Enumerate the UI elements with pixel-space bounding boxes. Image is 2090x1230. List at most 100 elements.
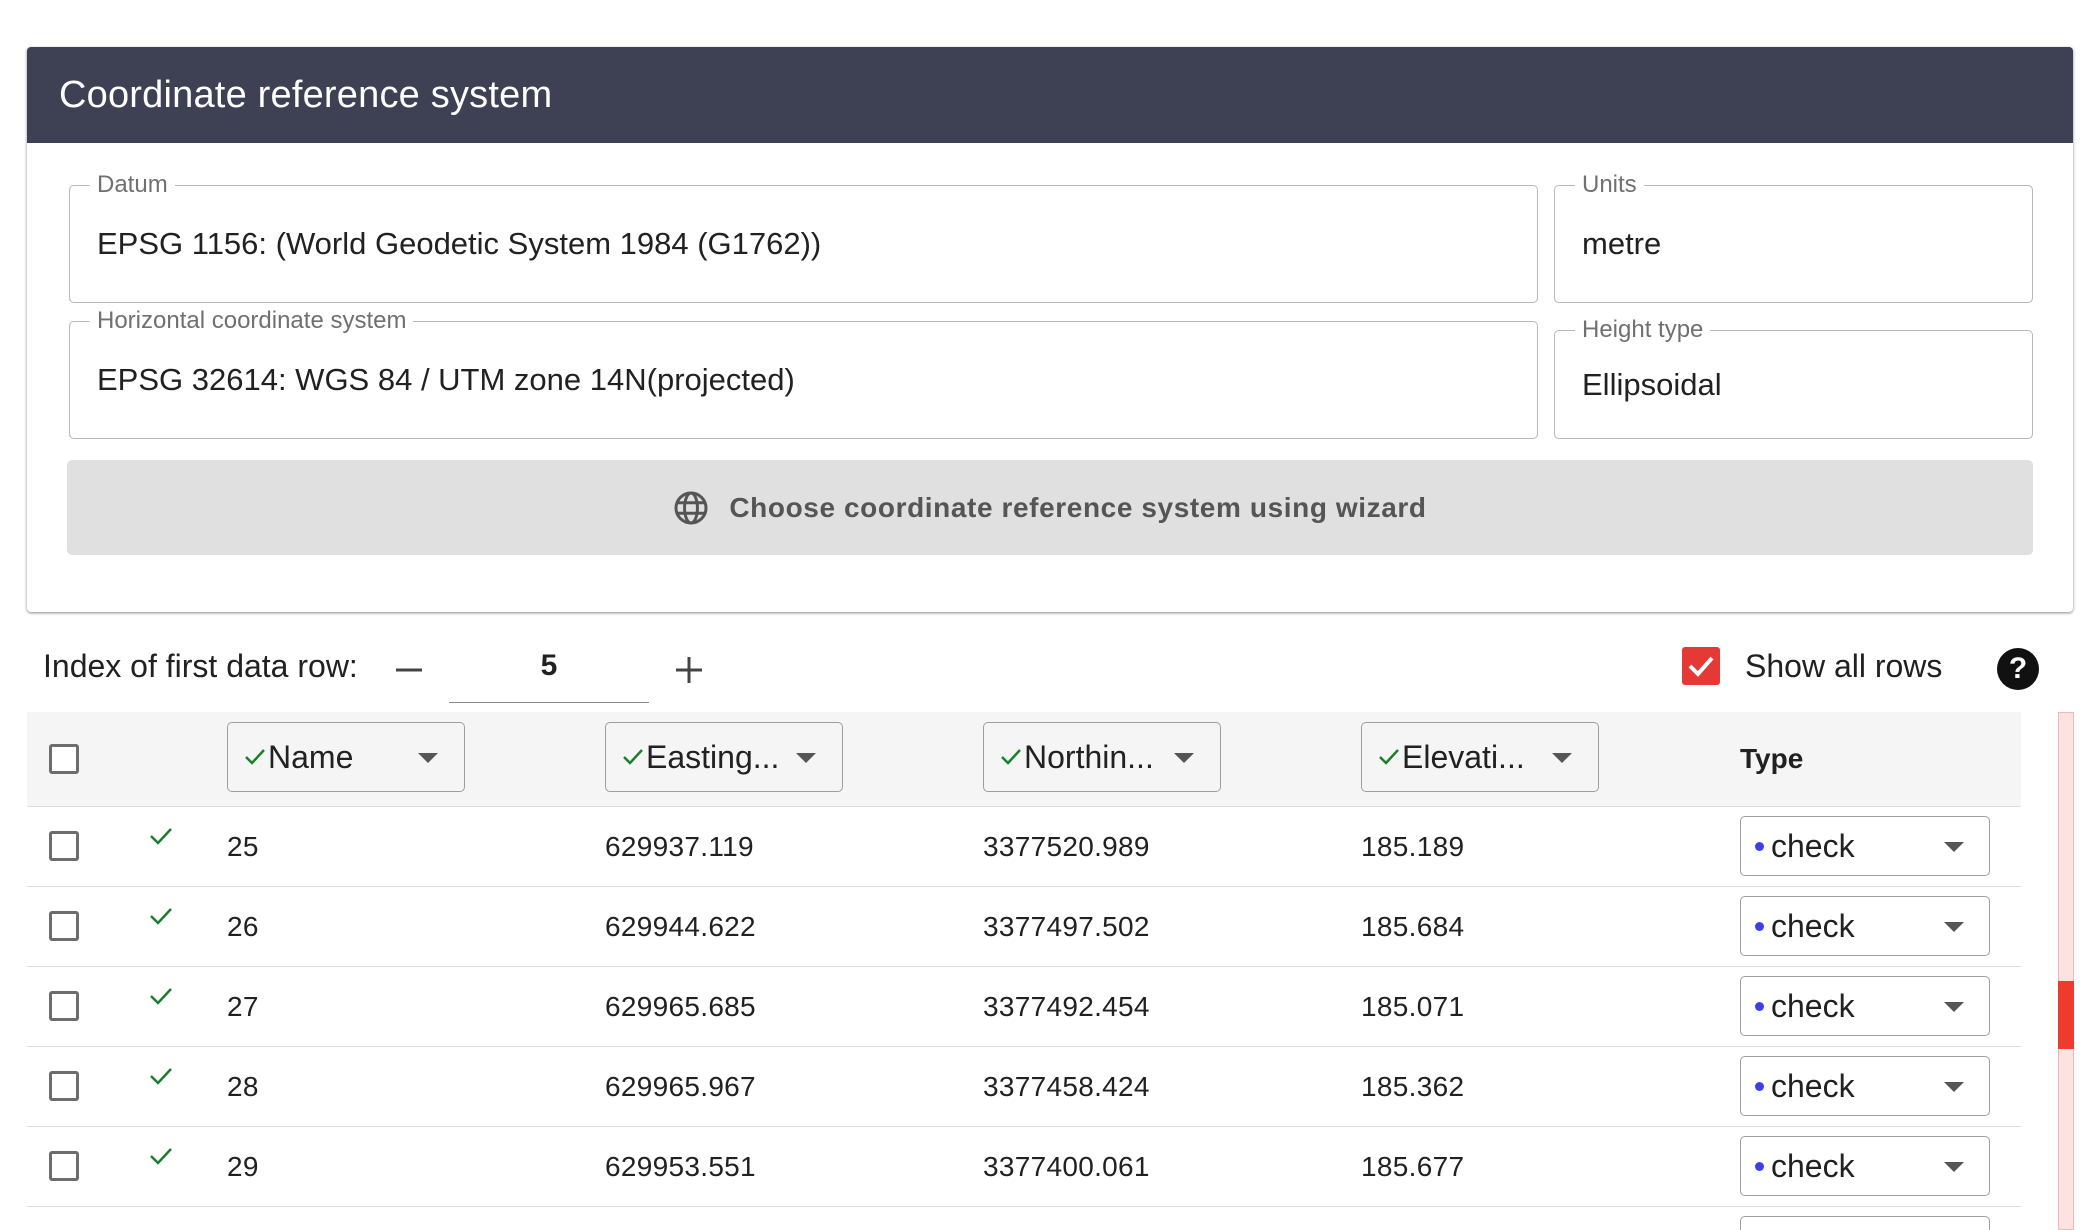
row-checkbox[interactable] — [49, 911, 79, 941]
caret-down-icon — [1944, 842, 1964, 852]
column-select-easting[interactable]: Easting... — [605, 722, 843, 792]
crs-wizard-button-label: Choose coordinate reference system using… — [729, 491, 1427, 523]
check-icon — [1379, 749, 1399, 765]
show-all-rows-checkbox[interactable] — [1682, 647, 1720, 685]
row-type-value: check — [1771, 1147, 1855, 1184]
help-icon[interactable]: ? — [1997, 648, 2039, 690]
caret-down-icon — [796, 753, 816, 763]
type-dot-icon — [1755, 921, 1764, 931]
caret-down-icon — [1174, 753, 1194, 763]
row-type-select[interactable]: check — [1740, 896, 1990, 956]
row-type-select[interactable] — [1740, 1216, 1990, 1230]
row-checkbox[interactable] — [49, 991, 79, 1021]
table-row — [27, 1207, 2021, 1230]
column-select-elevation[interactable]: Elevati... — [1361, 722, 1599, 792]
type-dot-icon — [1755, 1001, 1764, 1011]
row-type-select[interactable]: check — [1740, 816, 1990, 876]
row-northing: 3377458.424 — [983, 1070, 1150, 1102]
row-name: 29 — [227, 1150, 259, 1182]
row-northing: 3377400.061 — [983, 1150, 1150, 1182]
row-elevation: 185.362 — [1361, 1070, 1465, 1102]
table-scrollbar-thumb[interactable] — [2058, 981, 2074, 1049]
column-select-name[interactable]: Name — [227, 722, 465, 792]
row-type-value: check — [1771, 907, 1855, 944]
decrement-index-button[interactable] — [387, 648, 431, 692]
row-checkbox[interactable] — [49, 1071, 79, 1101]
crs-card-title: Coordinate reference system — [27, 47, 2073, 143]
caret-down-icon — [418, 753, 438, 763]
check-icon — [623, 749, 643, 765]
caret-down-icon — [1944, 1002, 1964, 1012]
globe-icon — [674, 491, 708, 524]
row-type-select[interactable]: check — [1740, 976, 1990, 1036]
height-type-field[interactable]: Height type Ellipsoidal — [1554, 317, 2033, 439]
check-icon — [245, 749, 265, 765]
crs-wizard-button[interactable]: Choose coordinate reference system using… — [67, 460, 2033, 555]
table-row: 27 629965.685 3377492.454 185.071 check — [27, 967, 2021, 1047]
type-dot-icon — [1755, 841, 1764, 851]
height-type-value: Ellipsoidal — [1582, 366, 1722, 402]
table-scrollbar[interactable] — [2058, 712, 2074, 1230]
row-easting: 629953.551 — [605, 1150, 756, 1182]
first-row-index-input[interactable] — [449, 640, 649, 703]
first-row-index-label: Index of first data row: — [43, 648, 358, 684]
data-table: Name Easting... Northin... Elevati... Ty… — [27, 712, 2021, 1230]
row-elevation: 185.189 — [1361, 830, 1465, 862]
row-type-select[interactable]: check — [1740, 1136, 1990, 1196]
type-dot-icon — [1755, 1081, 1764, 1091]
row-northing: 3377520.989 — [983, 830, 1150, 862]
table-row: 25 629937.119 3377520.989 185.189 check — [27, 807, 2021, 887]
units-value: metre — [1582, 226, 1662, 261]
row-type-select[interactable]: check — [1740, 1056, 1990, 1116]
column-select-label: Northin... — [1024, 738, 1154, 775]
units-field[interactable]: Units metre — [1554, 172, 2033, 303]
row-name: 25 — [227, 830, 259, 862]
row-easting: 629944.622 — [605, 910, 756, 942]
row-name: 28 — [227, 1070, 259, 1102]
minus-icon — [396, 668, 422, 672]
caret-down-icon — [1944, 1082, 1964, 1092]
show-all-rows-label: Show all rows — [1745, 647, 1943, 684]
type-column-header: Type — [1740, 743, 1804, 774]
row-valid-check-icon — [150, 988, 172, 1005]
row-easting: 629937.119 — [605, 830, 754, 862]
plus-icon — [676, 657, 702, 683]
horizontal-crs-field[interactable]: Horizontal coordinate system EPSG 32614:… — [69, 308, 1538, 439]
crs-card: Coordinate reference system Datum EPSG 1… — [27, 47, 2073, 612]
table-row: 29 629953.551 3377400.061 185.677 check — [27, 1127, 2021, 1207]
check-icon — [1001, 749, 1021, 765]
caret-down-icon — [1944, 1162, 1964, 1172]
row-type-value: check — [1771, 987, 1855, 1024]
column-select-label: Elevati... — [1402, 738, 1525, 775]
table-row: 28 629965.967 3377458.424 185.362 check — [27, 1047, 2021, 1127]
row-type-value: check — [1771, 1067, 1855, 1104]
row-elevation: 185.677 — [1361, 1150, 1465, 1182]
select-all-checkbox[interactable] — [49, 744, 79, 774]
caret-down-icon — [1552, 753, 1572, 763]
row-valid-check-icon — [150, 1068, 172, 1085]
table-row: 26 629944.622 3377497.502 185.684 check — [27, 887, 2021, 967]
row-type-value: check — [1771, 827, 1855, 864]
horizontal-crs-value: EPSG 32614: WGS 84 / UTM zone 14N(projec… — [97, 362, 795, 397]
column-select-label: Name — [268, 738, 354, 775]
row-northing: 3377497.502 — [983, 910, 1150, 942]
caret-down-icon — [1944, 922, 1964, 932]
type-dot-icon — [1755, 1161, 1764, 1171]
datum-value: EPSG 1156: (World Geodetic System 1984 (… — [97, 226, 822, 261]
row-name: 27 — [227, 990, 259, 1022]
show-all-rows-toggle[interactable]: Show all rows — [1682, 647, 1942, 685]
row-easting: 629965.685 — [605, 990, 756, 1022]
row-easting: 629965.967 — [605, 1070, 756, 1102]
table-header: Name Easting... Northin... Elevati... Ty… — [27, 712, 2021, 807]
datum-field[interactable]: Datum EPSG 1156: (World Geodetic System … — [69, 172, 1538, 303]
row-checkbox[interactable] — [49, 1151, 79, 1181]
row-elevation: 185.071 — [1361, 990, 1465, 1022]
increment-index-button[interactable] — [667, 648, 711, 692]
row-valid-check-icon — [150, 908, 172, 925]
row-northing: 3377492.454 — [983, 990, 1150, 1022]
column-select-northing[interactable]: Northin... — [983, 722, 1221, 792]
row-elevation: 185.684 — [1361, 910, 1465, 942]
row-checkbox[interactable] — [49, 831, 79, 861]
row-valid-check-icon — [150, 1148, 172, 1165]
column-select-label: Easting... — [646, 738, 780, 775]
